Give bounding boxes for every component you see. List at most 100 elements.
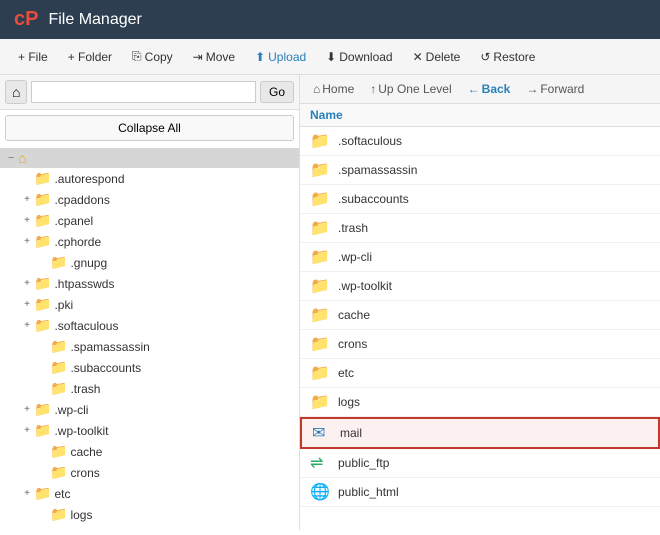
file-tree: − ⌂ 📁 .autorespond + 📁 .cpaddons + 📁 .cp…: [0, 146, 299, 530]
tree-item-root[interactable]: − ⌂: [0, 148, 299, 168]
cp-logo: cP: [14, 8, 38, 31]
label-softaculous: .softaculous: [54, 319, 118, 333]
folder-icon-cpaddons: 📁: [34, 191, 51, 208]
upload-button[interactable]: ⬆ Upload: [247, 46, 314, 68]
label-autorespond: .autorespond: [54, 172, 124, 186]
back-button[interactable]: ← Back: [463, 80, 516, 98]
file-row-crons[interactable]: 📁 crons: [300, 330, 660, 359]
folder-icon-cpanel: 📁: [34, 212, 51, 229]
file-row-logs[interactable]: 📁 logs: [300, 388, 660, 417]
home-nav-button[interactable]: ⌂ Home: [308, 80, 359, 98]
folder-icon-wp-toolkit: 📁: [34, 422, 51, 439]
restore-button[interactable]: ↺ Restore: [472, 46, 543, 68]
label-logs: logs: [70, 508, 92, 522]
file-name: public_html: [338, 485, 399, 499]
file-name: .spamassassin: [338, 163, 417, 177]
file-row-spamassassin[interactable]: 📁 .spamassassin: [300, 156, 660, 185]
file-row-public-html[interactable]: 🌐 public_html: [300, 478, 660, 507]
folder-icon-pki: 📁: [34, 296, 51, 313]
download-button[interactable]: ⬇ Download: [318, 46, 400, 68]
folder-icon-trash: 📁: [50, 380, 67, 397]
file-row-wp-toolkit[interactable]: 📁 .wp-toolkit: [300, 272, 660, 301]
label-cache: cache: [70, 445, 102, 459]
toggle-root: −: [4, 153, 18, 164]
folder-icon-htpasswds: 📁: [34, 275, 51, 292]
up-one-level-button[interactable]: ↑ Up One Level: [365, 80, 456, 98]
file-name: cache: [338, 308, 370, 322]
mail-icon: ✉: [312, 423, 334, 443]
folder-icon: 📁: [310, 363, 332, 383]
label-cpaddons: .cpaddons: [54, 193, 109, 207]
file-name: mail: [340, 426, 362, 440]
copy-button[interactable]: ⎘ Copy: [124, 45, 181, 68]
folder-icon: 📁: [310, 160, 332, 180]
toggle-pki: +: [20, 299, 34, 310]
tree-item-logs[interactable]: 📁 logs: [0, 504, 299, 525]
tree-item-cache[interactable]: 📁 cache: [0, 441, 299, 462]
tree-item-cpanel[interactable]: + 📁 .cpanel: [0, 210, 299, 231]
file-row-mail[interactable]: ✉ mail: [300, 417, 660, 449]
tree-item-gnupg[interactable]: 📁 .gnupg: [0, 252, 299, 273]
html-icon: 🌐: [310, 482, 332, 502]
file-name: .trash: [338, 221, 368, 235]
folder-icon-root: ⌂: [18, 150, 26, 166]
tree-item-spamassassin[interactable]: 📁 .spamassassin: [0, 336, 299, 357]
delete-button[interactable]: ✕ Delete: [405, 46, 469, 68]
label-crons: crons: [70, 466, 99, 480]
app-header: cP File Manager: [0, 0, 660, 39]
toggle-cpanel: +: [20, 215, 34, 226]
label-cpanel: .cpanel: [54, 214, 93, 228]
toolbar: + File + Folder ⎘ Copy ⇥ Move ⬆ Upload ⬇…: [0, 39, 660, 75]
folder-icon: 📁: [310, 189, 332, 209]
go-button[interactable]: Go: [260, 81, 294, 103]
right-nav-bar: ⌂ Home ↑ Up One Level ← Back → Forward: [300, 75, 660, 104]
toggle-wp-cli: +: [20, 404, 34, 415]
toggle-softaculous: +: [20, 320, 34, 331]
tree-item-cpaddons[interactable]: + 📁 .cpaddons: [0, 189, 299, 210]
file-row-softaculous[interactable]: 📁 .softaculous: [300, 127, 660, 156]
ftp-icon: ⇌: [310, 453, 332, 473]
tree-item-subaccounts[interactable]: 📁 .subaccounts: [0, 357, 299, 378]
move-button[interactable]: ⇥ Move: [185, 46, 243, 68]
label-etc: etc: [54, 487, 70, 501]
tree-item-softaculous[interactable]: + 📁 .softaculous: [0, 315, 299, 336]
folder-icon-etc: 📁: [34, 485, 51, 502]
file-name: .subaccounts: [338, 192, 409, 206]
tree-item-autorespond[interactable]: 📁 .autorespond: [0, 168, 299, 189]
file-row-cache[interactable]: 📁 cache: [300, 301, 660, 330]
folder-icon: 📁: [310, 334, 332, 354]
folder-icon-gnupg: 📁: [50, 254, 67, 271]
label-subaccounts: .subaccounts: [70, 361, 141, 375]
right-panel: ⌂ Home ↑ Up One Level ← Back → Forward N…: [300, 75, 660, 530]
file-name: logs: [338, 395, 360, 409]
file-row-etc[interactable]: 📁 etc: [300, 359, 660, 388]
label-trash: .trash: [70, 382, 100, 396]
folder-button[interactable]: + Folder: [60, 46, 120, 68]
tree-item-trash[interactable]: 📁 .trash: [0, 378, 299, 399]
file-row-subaccounts[interactable]: 📁 .subaccounts: [300, 185, 660, 214]
tree-item-htpasswds[interactable]: + 📁 .htpasswds: [0, 273, 299, 294]
forward-button[interactable]: → Forward: [521, 80, 589, 98]
label-wp-cli: .wp-cli: [54, 403, 88, 417]
tree-item-crons[interactable]: 📁 crons: [0, 462, 299, 483]
file-row-trash[interactable]: 📁 .trash: [300, 214, 660, 243]
tree-item-wp-toolkit[interactable]: + 📁 .wp-toolkit: [0, 420, 299, 441]
toggle-etc: +: [20, 488, 34, 499]
home-icon-btn[interactable]: ⌂: [5, 80, 27, 104]
column-name: Name: [310, 108, 343, 122]
path-input[interactable]: [31, 81, 256, 103]
toggle-cphorde: +: [20, 236, 34, 247]
main-layout: ⌂ Go Collapse All − ⌂ 📁 .autorespond + 📁…: [0, 75, 660, 530]
file-name: crons: [338, 337, 367, 351]
tree-item-cphorde[interactable]: + 📁 .cphorde: [0, 231, 299, 252]
file-name: .wp-toolkit: [338, 279, 392, 293]
file-row-public-ftp[interactable]: ⇌ public_ftp: [300, 449, 660, 478]
tree-item-pki[interactable]: + 📁 .pki: [0, 294, 299, 315]
tree-item-wp-cli[interactable]: + 📁 .wp-cli: [0, 399, 299, 420]
file-row-wp-cli[interactable]: 📁 .wp-cli: [300, 243, 660, 272]
file-button[interactable]: + File: [10, 46, 56, 68]
collapse-all-button[interactable]: Collapse All: [5, 115, 294, 141]
tree-item-etc[interactable]: + 📁 etc: [0, 483, 299, 504]
folder-icon: 📁: [310, 392, 332, 412]
folder-icon: 📁: [310, 131, 332, 151]
